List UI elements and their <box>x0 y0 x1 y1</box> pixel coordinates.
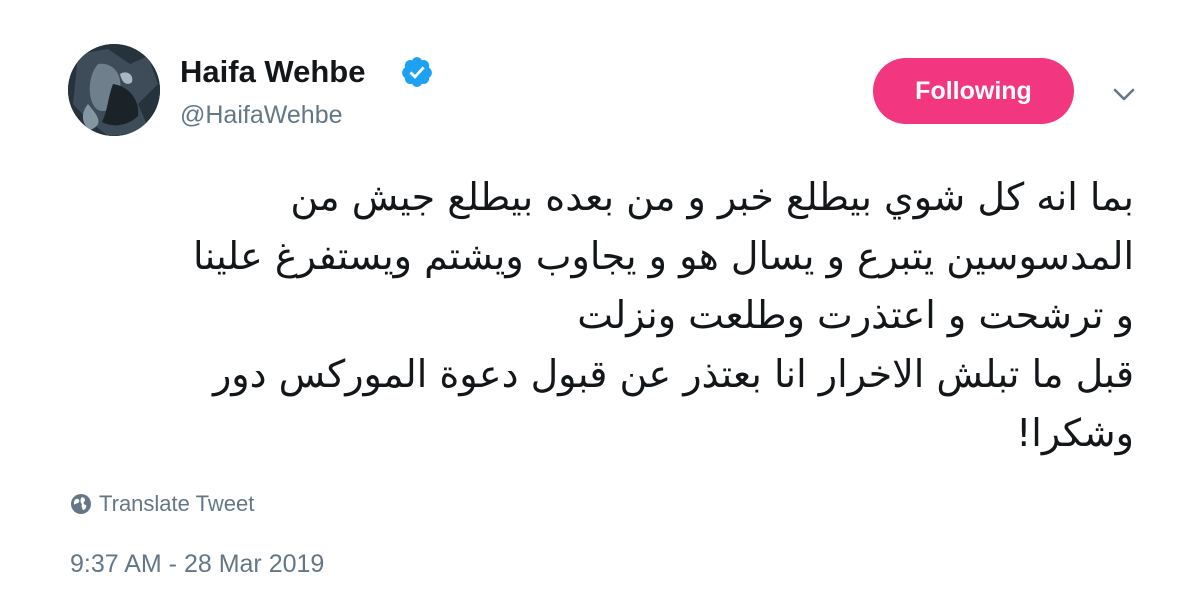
translate-tweet-link[interactable]: Translate Tweet <box>70 490 254 518</box>
tweet-line: قبل ما تبلش الاخرار انا بعتذر عن قبول دع… <box>212 352 1134 396</box>
tweet-line: وشكرا! <box>1016 411 1134 455</box>
verified-badge-icon <box>402 57 432 87</box>
tweet-line: المدسوسين يتبرع و يسال هو و يجاوب ويشتم … <box>193 234 1134 278</box>
translate-tweet-label[interactable]: Translate Tweet <box>99 490 254 518</box>
tweet-card: Haifa Wehbe @HaifaWehbe Following بما ان… <box>0 0 1200 592</box>
avatar-image <box>68 44 160 136</box>
following-button[interactable]: Following <box>873 58 1074 124</box>
chevron-down-icon[interactable] <box>1108 80 1140 108</box>
tweet-timestamp[interactable]: 9:37 AM - 28 Mar 2019 <box>70 549 324 579</box>
tweet-text: بما انه كل شوي بيطلع خبر و من بعده بيطلع… <box>100 168 1134 463</box>
tweet-line: و ترشحت و اعتذرت وطلعت ونزلت <box>577 293 1134 337</box>
user-handle[interactable]: @HaifaWehbe <box>180 100 343 130</box>
globe-icon <box>71 494 91 514</box>
tweet-line: بما انه كل شوي بيطلع خبر و من بعده بيطلع… <box>290 175 1134 219</box>
avatar[interactable] <box>68 44 160 136</box>
display-name[interactable]: Haifa Wehbe <box>180 54 365 90</box>
